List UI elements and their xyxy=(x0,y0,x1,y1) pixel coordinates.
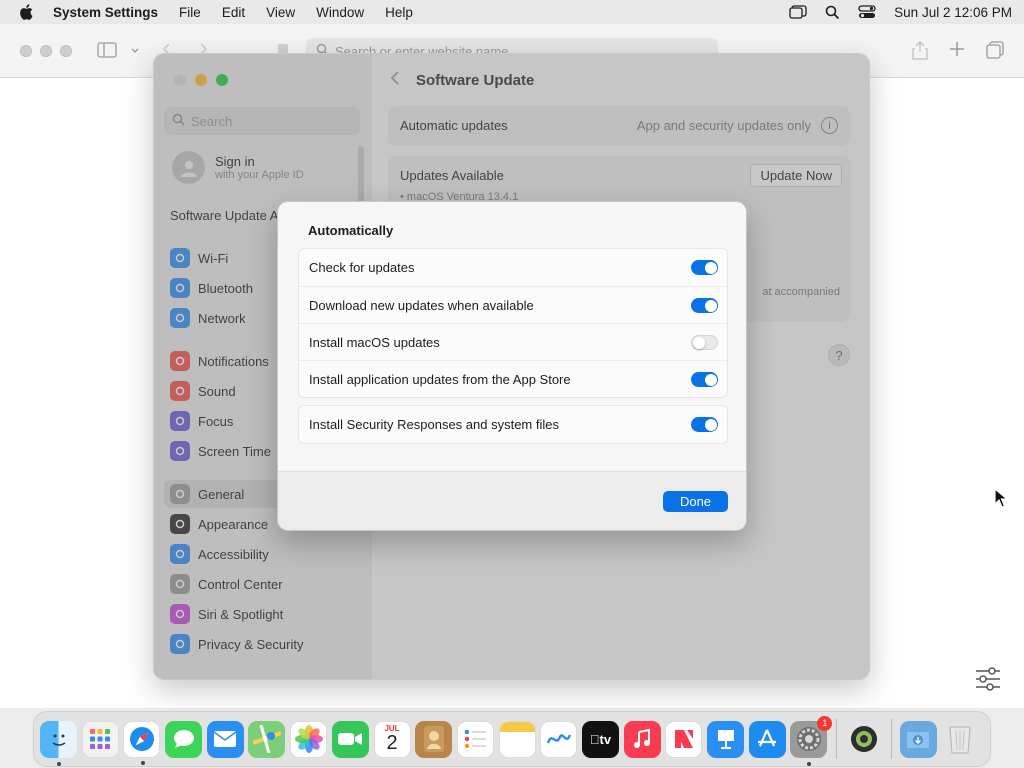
toggle-knob xyxy=(704,418,717,431)
tab-overview-icon[interactable] xyxy=(986,41,1004,62)
menu-file[interactable]: File xyxy=(179,5,201,20)
apple-menu-icon[interactable] xyxy=(18,4,34,20)
option-label: Install application updates from the App… xyxy=(309,371,571,387)
menu-edit[interactable]: Edit xyxy=(222,5,245,20)
safari-close-button[interactable] xyxy=(20,45,32,57)
option-toggle[interactable] xyxy=(691,298,718,313)
screen-mirroring-icon[interactable] xyxy=(789,5,807,19)
option-label: Install Security Responses and system fi… xyxy=(309,417,559,432)
finder-icon[interactable] xyxy=(40,720,77,766)
apple-tv-icon[interactable]: tv xyxy=(581,720,619,758)
running-indicator xyxy=(56,761,61,766)
calendar-icon[interactable]: JUL 2 xyxy=(373,720,411,758)
automatic-updates-dialog: Automatically Check for updates Download … xyxy=(277,201,747,531)
mail-icon[interactable] xyxy=(206,720,244,758)
dock: JUL 2 tv 1 xyxy=(33,711,991,767)
messages-icon[interactable] xyxy=(165,720,203,758)
option-toggle[interactable] xyxy=(691,260,718,275)
option-row: Install macOS updates xyxy=(299,323,727,360)
sidebar-toggle-icon[interactable] xyxy=(97,42,117,61)
safari-window-controls xyxy=(20,45,72,57)
tv-label: tv xyxy=(590,732,611,747)
safari-minimize-button[interactable] xyxy=(40,45,52,57)
option-toggle[interactable] xyxy=(691,335,718,350)
news-icon[interactable] xyxy=(665,720,703,758)
trash-icon[interactable] xyxy=(941,721,978,758)
option-row: Download new updates when available xyxy=(299,286,727,323)
option-row: Check for updates xyxy=(299,249,727,286)
safari-zoom-button[interactable] xyxy=(60,45,72,57)
sliders-icon[interactable] xyxy=(974,666,1002,695)
toggle-security-responses[interactable] xyxy=(691,417,718,432)
music-icon[interactable] xyxy=(623,720,661,758)
option-toggle[interactable] xyxy=(691,372,718,387)
menu-bar: System Settings File Edit View Window He… xyxy=(0,0,1024,24)
running-indicator xyxy=(806,761,811,766)
menu-clock[interactable]: Sun Jul 2 12:06 PM xyxy=(894,5,1012,20)
system-settings-icon[interactable]: 1 xyxy=(790,715,833,766)
toggle-knob xyxy=(693,336,705,349)
launchpad-icon[interactable] xyxy=(81,720,119,758)
menu-help[interactable]: Help xyxy=(385,5,413,20)
facetime-icon[interactable] xyxy=(331,720,369,758)
tv-text: tv xyxy=(594,731,612,747)
option-security-responses: Install Security Responses and system fi… xyxy=(299,406,727,443)
toggle-knob xyxy=(704,261,717,274)
dock-separator xyxy=(836,719,838,759)
option-label: Download new updates when available xyxy=(309,297,534,313)
option-row: Install application updates from the App… xyxy=(299,360,727,397)
new-tab-plus-icon[interactable] xyxy=(949,41,965,60)
options-group: Check for updates Download new updates wh… xyxy=(298,248,728,398)
menu-window[interactable]: Window xyxy=(316,5,364,20)
notes-header-bar xyxy=(499,721,535,732)
safari-icon[interactable] xyxy=(123,720,161,765)
freeform-icon[interactable] xyxy=(540,720,578,758)
security-group: Install Security Responses and system fi… xyxy=(298,405,728,444)
toggle-knob xyxy=(704,299,717,312)
keynote-icon[interactable] xyxy=(707,720,744,758)
share-icon[interactable] xyxy=(912,40,928,63)
option-label: Install macOS updates xyxy=(309,334,440,350)
notes-icon[interactable] xyxy=(498,720,536,758)
control-center-icon[interactable] xyxy=(858,5,876,19)
reminders-icon[interactable] xyxy=(456,720,494,758)
contacts-icon[interactable] xyxy=(415,720,453,758)
app-store-icon[interactable] xyxy=(748,720,786,758)
compressor-app-icon[interactable] xyxy=(845,721,882,758)
running-indicator xyxy=(140,760,145,765)
dialog-title: Automatically xyxy=(308,223,394,238)
done-button[interactable]: Done xyxy=(663,491,728,512)
app-name-menu[interactable]: System Settings xyxy=(53,5,158,20)
downloads-folder-icon[interactable] xyxy=(899,720,937,758)
calendar-day: 2 xyxy=(386,731,398,754)
spotlight-search-icon[interactable] xyxy=(825,5,840,20)
maps-icon[interactable] xyxy=(248,720,286,758)
option-label: Check for updates xyxy=(309,260,415,275)
notification-badge: 1 xyxy=(817,715,833,731)
mouse-pointer-icon xyxy=(994,487,1009,511)
menu-view[interactable]: View xyxy=(266,5,295,20)
chevron-down-icon[interactable] xyxy=(130,44,140,59)
toggle-knob xyxy=(704,373,717,386)
photos-icon[interactable] xyxy=(290,720,328,758)
dock-separator xyxy=(890,719,892,759)
